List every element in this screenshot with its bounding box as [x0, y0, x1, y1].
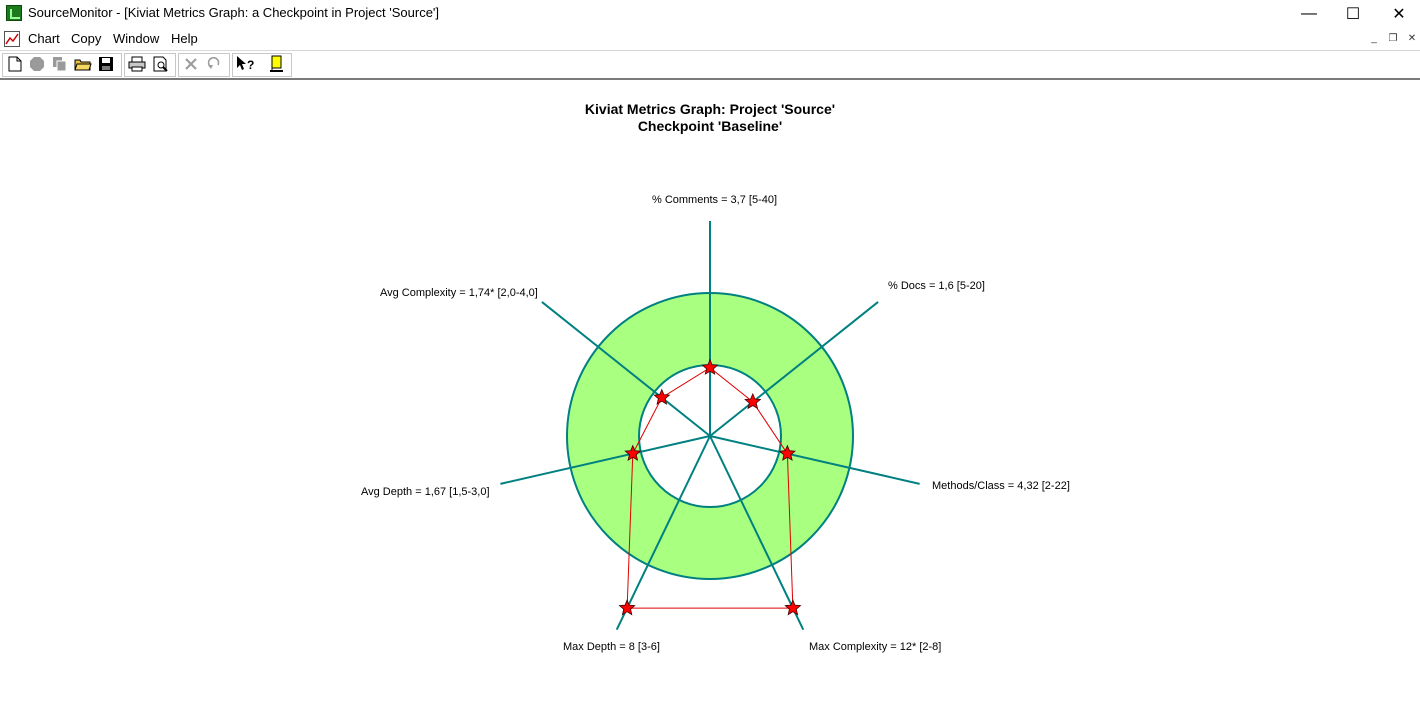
save-icon[interactable] — [96, 54, 116, 74]
toolbar: ? — [0, 50, 1420, 80]
undo-icon[interactable] — [204, 54, 224, 74]
menu-bar: Chart Copy Window Help — [0, 28, 1420, 50]
context-help-icon[interactable]: ? — [236, 54, 256, 74]
mdi-close-button[interactable]: ✕ — [1404, 32, 1420, 46]
print-preview-icon[interactable] — [151, 54, 171, 74]
axis-label-docs: % Docs = 1,6 [5-20] — [888, 280, 985, 292]
axis-label-methods-per-class: Methods/Class = 4,32 [2-22] — [932, 480, 1070, 492]
axis-label-max-complexity: Max Complexity = 12* [2-8] — [809, 641, 942, 653]
delete-icon[interactable] — [181, 54, 201, 74]
maximize-button[interactable]: ☐ — [1330, 0, 1376, 28]
mdi-restore-button[interactable]: ❐ — [1385, 32, 1401, 46]
axis-label-comments: % Comments = 3,7 [5-40] — [652, 194, 778, 206]
axis-label-avg-depth: Avg Depth = 1,67 [1,5-3,0] — [361, 486, 490, 498]
title-bar: SourceMonitor - [Kiviat Metrics Graph: a… — [0, 0, 1420, 28]
menu-window[interactable]: Window — [113, 31, 159, 46]
kiviat-chart-area: Kiviat Metrics Graph: Project 'Source' C… — [0, 81, 1420, 727]
mdi-minimize-button[interactable]: _ — [1366, 32, 1382, 46]
menu-help[interactable]: Help — [171, 31, 198, 46]
minimize-button[interactable]: — — [1286, 0, 1332, 28]
stop-icon[interactable] — [27, 54, 47, 74]
close-button[interactable]: ✕ — [1376, 0, 1420, 28]
menu-chart[interactable]: Chart — [28, 31, 60, 46]
axis-label-avg-complexity: Avg Complexity = 1,74* [2,0-4,0] — [380, 287, 538, 299]
open-folder-icon[interactable] — [73, 54, 93, 74]
sourcemonitor-app-icon[interactable] — [6, 5, 22, 21]
axis-label-max-depth: Max Depth = 8 [3-6] — [563, 641, 660, 653]
metric-point-3 — [784, 599, 802, 616]
new-document-icon[interactable] — [5, 54, 25, 74]
window-title: SourceMonitor - [Kiviat Metrics Graph: a… — [28, 5, 440, 20]
svg-text:?: ? — [247, 58, 254, 72]
chart-document-icon[interactable] — [4, 31, 20, 47]
metric-point-4 — [618, 599, 636, 616]
bookmark-icon[interactable] — [266, 54, 286, 74]
print-icon[interactable] — [127, 54, 147, 74]
copy-icon[interactable] — [50, 54, 70, 74]
kiviat-graph — [500, 221, 920, 631]
menu-copy[interactable]: Copy — [71, 31, 101, 46]
